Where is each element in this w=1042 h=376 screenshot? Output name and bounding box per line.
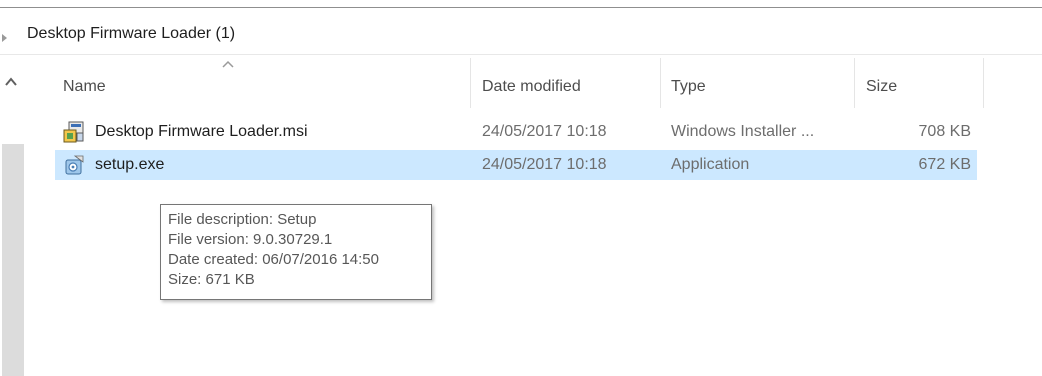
group-header[interactable]: Desktop Firmware Loader (1) [0, 8, 1042, 55]
scrollbar-thumb[interactable] [2, 144, 24, 376]
scroll-up-arrow-icon[interactable] [4, 77, 18, 87]
installer-package-icon [63, 121, 84, 143]
file-info-tooltip: File description: Setup File version: 9.… [160, 204, 432, 300]
file-row[interactable]: setup.exe 24/05/2017 10:18 Application 6… [55, 150, 977, 180]
file-type: Windows Installer ... [671, 123, 815, 140]
tooltip-line: File description: Setup [168, 211, 317, 228]
file-size: 708 KB [918, 123, 971, 140]
file-explorer-window: Desktop Firmware Loader (1) Name Date mo… [0, 0, 1042, 376]
group-divider [0, 54, 1042, 55]
column-header-name[interactable] [55, 56, 470, 102]
file-name: Desktop Firmware Loader.msi [95, 123, 308, 140]
file-type: Application [671, 156, 750, 173]
column-separator[interactable] [983, 58, 984, 108]
column-label-date-modified: Date modified [482, 78, 581, 95]
file-date-modified: 24/05/2017 10:18 [482, 123, 607, 140]
tooltip-line: Size: 671 KB [168, 271, 255, 288]
file-name: setup.exe [95, 156, 165, 173]
file-date-modified: 24/05/2017 10:18 [482, 156, 607, 173]
tooltip-line: Date created: 06/07/2016 14:50 [168, 251, 379, 268]
setup-application-icon [65, 155, 84, 175]
column-label-name: Name [63, 78, 106, 95]
file-row[interactable]: Desktop Firmware Loader.msi 24/05/2017 1… [55, 117, 977, 147]
group-title: Desktop Firmware Loader (1) [27, 25, 236, 42]
tooltip-line: File version: 9.0.30729.1 [168, 231, 333, 248]
file-size: 672 KB [918, 156, 971, 173]
sort-ascending-caret-icon [222, 60, 234, 68]
group-expand-chevron-icon[interactable] [2, 34, 7, 42]
column-label-type: Type [671, 78, 706, 95]
column-label-size: Size [866, 78, 898, 95]
